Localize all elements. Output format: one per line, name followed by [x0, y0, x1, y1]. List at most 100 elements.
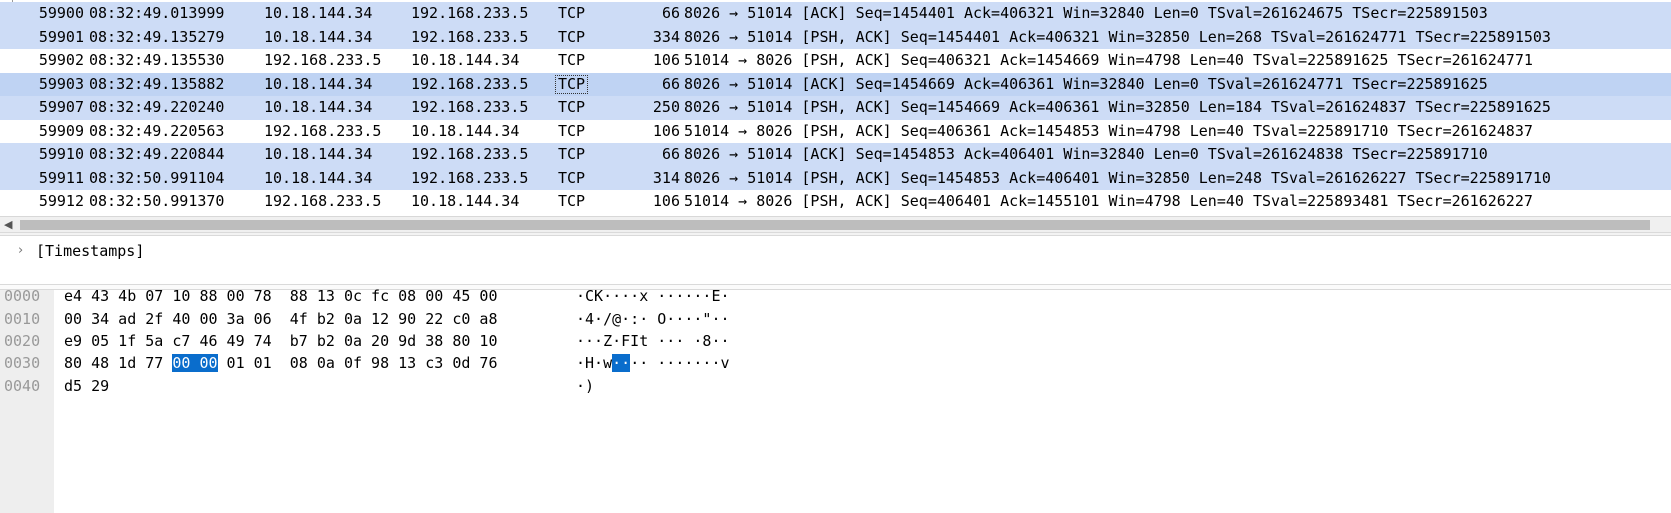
packet-row-selected[interactable]: 59903 08:32:49.135882 10.18.144.34 192.1…: [0, 72, 1671, 96]
packet-number: 59907: [38, 98, 84, 116]
packet-destination: 192.168.233.5: [411, 168, 529, 187]
packet-protocol: TCP: [558, 98, 586, 116]
packet-destination: 192.168.233.5: [411, 27, 529, 46]
packet-protocol: TCP: [558, 192, 586, 210]
packet-number: 59901: [38, 27, 84, 46]
packet-row[interactable]: 59912 08:32:50.991370 192.168.233.5 10.1…: [0, 190, 1671, 214]
packet-length: 334: [652, 27, 680, 46]
offset: 0000: [4, 287, 41, 305]
offset: 0030: [4, 354, 41, 372]
tree-item-timestamps[interactable]: [Timestamps]: [36, 242, 144, 260]
packet-row[interactable]: 59901 08:32:49.135279 10.18.144.34 192.1…: [0, 25, 1671, 49]
hex-line[interactable]: 80 48 1d 77 00 00 01 01 08 0a 0f 98 13 c…: [64, 354, 498, 372]
packet-time: 08:32:49.135882: [89, 74, 225, 93]
packet-info: 8026 → 51014 [ACK] Seq=1454401 Ack=40632…: [684, 4, 1488, 22]
ascii-line[interactable]: ·CK····x ······E·: [576, 287, 730, 305]
hex-bytes-selected: 00 00: [172, 354, 218, 372]
packet-time: 08:32:49.135279: [89, 27, 225, 46]
packet-length: 66: [661, 4, 680, 22]
packet-number: 59911: [38, 168, 84, 187]
packet-destination: 10.18.144.34: [411, 121, 520, 140]
packet-info: 51014 → 8026 [PSH, ACK] Seq=406361 Ack=1…: [684, 121, 1533, 140]
packet-number: 59909: [38, 121, 84, 140]
expand-arrow-icon[interactable]: ›: [18, 243, 23, 258]
packet-details-pane: › [Timestamps]: [0, 236, 1671, 284]
ascii-line[interactable]: ·4·/@·:· O····"··: [576, 310, 730, 328]
packet-number: 59903: [38, 74, 84, 93]
ascii-line[interactable]: ·H·w···· ·······v: [576, 354, 730, 372]
packet-length: 250: [652, 98, 680, 116]
packet-row[interactable]: 59902 08:32:49.135530 192.168.233.5 10.1…: [0, 49, 1671, 73]
packet-protocol: TCP: [558, 4, 586, 22]
hex-bytes: 00 34 ad 2f 40 00 3a 06 4f b2 0a 12 90 2…: [64, 310, 498, 328]
packet-source: 10.18.144.34: [264, 27, 373, 46]
packet-destination: 10.18.144.34: [411, 51, 520, 69]
packet-info: 8026 → 51014 [PSH, ACK] Seq=1454669 Ack=…: [684, 98, 1551, 116]
packet-time: 08:32:49.220563: [89, 121, 225, 140]
packet-row[interactable]: 59910 08:32:49.220844 10.18.144.34 192.1…: [0, 143, 1671, 167]
packet-time: 08:32:50.991104: [89, 168, 225, 187]
packet-destination: 192.168.233.5: [411, 74, 529, 93]
packet-bytes-pane: 0000 0010 0020 0030 0040 e4 43 4b 07 10 …: [0, 287, 1671, 513]
ascii-text: ·): [576, 377, 595, 395]
packet-length: 106: [652, 51, 680, 69]
packet-length: 66: [661, 74, 680, 93]
packet-row[interactable]: 59900 08:32:49.013999 10.18.144.34 192.1…: [0, 2, 1671, 26]
ascii-text: ·· ·······v: [630, 354, 730, 372]
scrollbar-thumb[interactable]: [20, 220, 1650, 230]
ascii-text-selected: ··: [612, 354, 631, 372]
packet-list[interactable]: 59900 08:32:49.013999 10.18.144.34 192.1…: [0, 0, 1671, 216]
ascii-text: ·H·w: [576, 354, 613, 372]
packet-destination: 192.168.233.5: [411, 145, 529, 163]
hex-line[interactable]: e4 43 4b 07 10 88 00 78 88 13 0c fc 08 0…: [64, 287, 497, 305]
horizontal-scrollbar[interactable]: ◀: [0, 216, 1671, 232]
packet-destination: 192.168.233.5: [411, 98, 529, 116]
packet-source: 192.168.233.5: [264, 121, 382, 140]
ascii-text: ·4·/@·:· O····"··: [576, 310, 730, 328]
packet-row[interactable]: 59911 08:32:50.991104 10.18.144.34 192.1…: [0, 166, 1671, 190]
packet-info: 8026 → 51014 [ACK] Seq=1454669 Ack=40636…: [684, 74, 1488, 93]
packet-info: 8026 → 51014 [ACK] Seq=1454853 Ack=40640…: [684, 145, 1488, 163]
offset: 0020: [4, 332, 41, 350]
packet-source: 10.18.144.34: [264, 98, 373, 116]
packet-row[interactable]: 59909 08:32:49.220563 192.168.233.5 10.1…: [0, 119, 1671, 143]
packet-info: 51014 → 8026 [PSH, ACK] Seq=406321 Ack=1…: [684, 51, 1533, 69]
packet-protocol: TCP: [558, 168, 586, 187]
packet-row[interactable]: 59907 08:32:49.220240 10.18.144.34 192.1…: [0, 96, 1671, 120]
packet-time: 08:32:50.991370: [89, 192, 225, 210]
packet-source: 192.168.233.5: [264, 51, 382, 69]
packet-number: 59910: [38, 145, 84, 163]
packet-number: 59902: [38, 51, 84, 69]
hex-line[interactable]: e9 05 1f 5a c7 46 49 74 b7 b2 0a 20 9d 3…: [64, 332, 497, 350]
hex-line[interactable]: 00 34 ad 2f 40 00 3a 06 4f b2 0a 12 90 2…: [64, 310, 497, 328]
hex-bytes: 80 48 1d 77: [64, 354, 173, 372]
hex-bytes: e9 05 1f 5a c7 46 49 74 b7 b2 0a 20 9d 3…: [64, 332, 498, 350]
packet-protocol: TCP: [558, 51, 586, 69]
packet-info: 8026 → 51014 [PSH, ACK] Seq=1454853 Ack=…: [684, 168, 1551, 187]
packet-length: 106: [652, 121, 680, 140]
packet-source: 10.18.144.34: [264, 145, 373, 163]
offset-column: 0000 0010 0020 0030 0040: [0, 287, 54, 513]
packet-protocol: TCP: [558, 27, 586, 46]
packet-source: 192.168.233.5: [264, 192, 382, 210]
packet-source: 10.18.144.34: [264, 4, 373, 22]
packet-time: 08:32:49.013999: [89, 4, 225, 22]
packet-source: 10.18.144.34: [264, 168, 373, 187]
packet-info: 51014 → 8026 [PSH, ACK] Seq=406401 Ack=1…: [684, 192, 1533, 210]
packet-time: 08:32:49.220240: [89, 98, 225, 116]
hex-line[interactable]: d5 29: [64, 377, 109, 395]
offset: 0010: [4, 310, 41, 328]
packet-number: 59900: [38, 4, 84, 22]
packet-info: 8026 → 51014 [PSH, ACK] Seq=1454401 Ack=…: [684, 27, 1551, 46]
packet-number: 59912: [38, 192, 84, 210]
ascii-text: ·CK····x ······E·: [576, 287, 730, 305]
packet-time: 08:32:49.135530: [89, 51, 225, 69]
packet-protocol-focused: TCP: [554, 74, 589, 94]
packet-protocol: TCP: [558, 145, 586, 163]
ascii-line[interactable]: ···Z·FIt ··· ·8··: [576, 332, 730, 350]
packet-length: 314: [652, 168, 680, 187]
ascii-text: ···Z·FIt ··· ·8··: [576, 332, 730, 350]
scroll-left-arrow-icon[interactable]: ◀: [4, 218, 12, 231]
hex-bytes: e4 43 4b 07 10 88 00 78 88 13 0c fc 08 0…: [64, 287, 498, 305]
ascii-line[interactable]: ·): [576, 377, 594, 395]
